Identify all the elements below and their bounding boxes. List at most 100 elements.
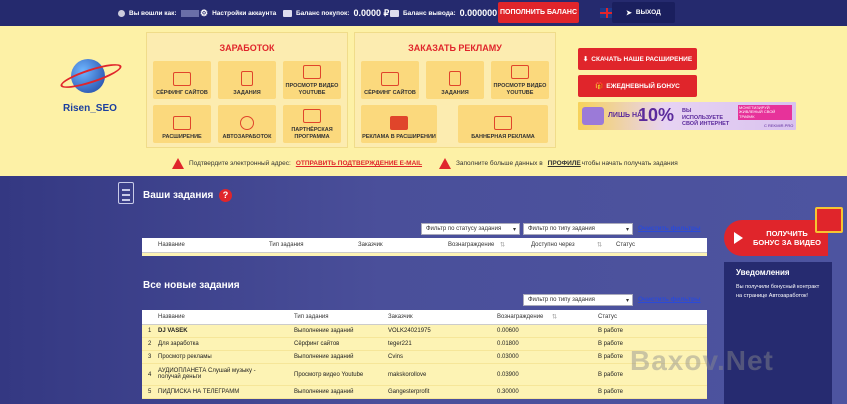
col-type[interactable]: Тип задания: [294, 314, 329, 320]
new-tasks-table-header: Название Тип задания Заказчик Вознагражд…: [142, 310, 707, 325]
profile-link[interactable]: ПРОФИЛЕ: [548, 160, 581, 167]
col-type[interactable]: Тип задания: [269, 242, 304, 248]
logout-button[interactable]: ➤ ВЫХОД: [612, 2, 675, 23]
notification-text[interactable]: Вы получили бонусный контракт на страниц…: [736, 283, 824, 301]
logout-icon: ➤: [626, 9, 632, 17]
table-row[interactable]: 4 АУДИОПЛАНЕТА Слушай музыку - получай д…: [142, 364, 707, 386]
new-tasks-title: Все новые задания: [143, 280, 240, 291]
extension-icon: [173, 115, 191, 130]
username-masked: [180, 9, 199, 17]
col-name[interactable]: Название: [158, 242, 185, 248]
help-icon[interactable]: ?: [219, 189, 232, 202]
ads-tile-extension[interactable]: РЕКЛАМА В РАСШИРЕНИИ: [361, 105, 437, 143]
col-available[interactable]: Доступно через: [531, 242, 575, 248]
new-type-filter-select[interactable]: Фильтр по типу задания ▾: [523, 294, 633, 306]
ads-tile-surfing[interactable]: СЁРФИНГ САЙТОВ: [361, 61, 419, 99]
email-warning: Подтвердите электронный адрес: ОТПРАВИТЬ…: [172, 158, 422, 169]
clipboard-icon: [241, 70, 253, 86]
col-client[interactable]: Заказчик: [388, 314, 413, 320]
wallet-icon: [283, 9, 292, 17]
chevron-down-icon: ▾: [625, 298, 629, 304]
browser-icon: [381, 71, 399, 86]
settings-label: Настройки аккаунта: [212, 9, 277, 17]
user-icon: [118, 9, 125, 17]
table-row[interactable]: 3 Просмотр рекламы Выполнение заданий Cv…: [142, 351, 707, 364]
clipboard-icon: [449, 70, 461, 86]
ads-tile-youtube[interactable]: ПРОСМОТР ВИДЕО YOUTUBE: [491, 61, 549, 99]
col-name[interactable]: Название: [158, 314, 185, 320]
gift-icon: 🎁: [595, 83, 604, 90]
download-icon: ⬇: [582, 56, 589, 63]
promo-text: ВЫ ИСПОЛЬЗУЕТЕ СВОЙ ИНТЕРНЕТ: [682, 108, 730, 128]
user-info: Вы вошли как:: [118, 0, 199, 26]
gift-box-icon: [815, 207, 843, 233]
type-filter-select[interactable]: Фильтр по типу задания ▾: [523, 223, 633, 235]
top-bar: Вы вошли как: ⚙ Настройки аккаунта Балан…: [0, 0, 847, 26]
logo[interactable]: Risen_SEO: [57, 55, 127, 121]
balance-buy-value: 0.0000 ₽: [353, 7, 390, 18]
video-bonus-button[interactable]: ПОЛУЧИТЬ БОНУС ЗА ВИДЕО: [724, 220, 828, 256]
table-row[interactable]: 2 Для заработка Сёрфинг сайтов teger221 …: [142, 338, 707, 351]
earn-panel: ЗАРАБОТОК СЁРФИНГ САЙТОВ ЗАДАНИЯ ПРОСМОТ…: [146, 32, 348, 148]
tasks-clipboard-icon: [118, 182, 134, 204]
gears-icon: [240, 115, 254, 130]
profile-warning: Заполните больше данных в ПРОФИЛЕ чтобы …: [439, 158, 678, 169]
notifications-panel: Уведомления Вы получили бонусный контрак…: [724, 262, 832, 404]
col-status[interactable]: Статус: [616, 242, 635, 248]
handshake-icon: [303, 109, 321, 124]
logout-label: ВЫХОД: [635, 9, 661, 16]
my-tasks-empty-row: [142, 253, 707, 256]
ads-tile-banner[interactable]: БАННЕРНАЯ РЕКЛАМА: [458, 105, 548, 143]
daily-bonus-button[interactable]: 🎁 ЕЖЕДНЕВНЫЙ БОНУС: [578, 75, 697, 97]
chevron-down-icon: ▾: [512, 227, 516, 233]
ads-title: ЗАКАЗАТЬ РЕКЛАМУ: [408, 43, 502, 53]
balance-buy-label: Баланс покупок:: [296, 9, 350, 17]
col-status[interactable]: Статус: [598, 314, 617, 320]
balance-out: Баланс вывода: 0.000000 ₽: [390, 0, 505, 26]
play-icon: [734, 232, 743, 244]
warning-icon: [439, 158, 451, 169]
ads-tile-tasks[interactable]: ЗАДАНИЯ: [426, 61, 484, 99]
promo-tag: МОНЕТИЗИРУЙ ЖИВЛЕНЫЙ СВОЙ ТРАФИК: [738, 105, 792, 121]
sort-icon[interactable]: ⇅: [597, 242, 602, 249]
gear-icon: ⚙: [200, 7, 209, 18]
topup-button[interactable]: ПОПОЛНИТЬ БАЛАНС: [498, 2, 579, 23]
earn-tile-partner[interactable]: ПАРТНЁРСКАЯ ПРОГРАММА: [283, 105, 341, 143]
extension-icon: [390, 115, 408, 130]
sort-icon[interactable]: ⇅: [552, 314, 557, 321]
earn-tile-extension[interactable]: РАСШИРЕНИЕ: [153, 105, 211, 143]
video-play-icon: [303, 65, 321, 80]
settings-link[interactable]: ⚙ Настройки аккаунта: [200, 0, 276, 26]
banner-icon: [494, 115, 512, 130]
earn-tile-youtube[interactable]: ПРОСМОТР ВИДЕО YOUTUBE: [283, 61, 341, 99]
sort-icon[interactable]: ⇅: [500, 242, 505, 249]
send-confirmation-link[interactable]: ОТПРАВИТЬ ПОДТВЕРЖДЕНИЕ E-MAIL: [296, 160, 422, 167]
coins-image: [582, 107, 604, 125]
promo-percent: 10%: [638, 105, 675, 125]
table-row[interactable]: 1 DJ VASEK Выполнение заданий VOLK240219…: [142, 325, 707, 338]
download-extension-button[interactable]: ⬇ СКАЧАТЬ НАШЕ РАСШИРЕНИЕ: [578, 48, 697, 70]
watermark: Baxov.Net: [630, 345, 774, 376]
earn-tile-surfing[interactable]: СЁРФИНГ САЙТОВ: [153, 61, 211, 99]
promo-lead: ЛИШЬ НА: [608, 112, 643, 119]
earn-tile-autoearn[interactable]: АВТОЗАРАБОТОК: [218, 105, 276, 143]
new-clear-filters-link[interactable]: Очистить фильтры: [638, 296, 701, 303]
status-filter-select[interactable]: Фильтр по статусу задания ▾: [421, 223, 520, 235]
wallet-out-icon: [390, 9, 399, 17]
my-tasks-table-header: Название Тип задания Заказчик Вознагражд…: [142, 238, 707, 253]
promo-brand: С REKMIR.PRO: [764, 123, 794, 128]
balance-out-label: Баланс вывода:: [403, 9, 456, 17]
col-reward[interactable]: Вознаграждение: [497, 314, 543, 320]
col-client[interactable]: Заказчик: [358, 242, 383, 248]
video-play-icon: [511, 65, 529, 80]
my-tasks-title: Ваши задания: [143, 190, 214, 201]
col-reward[interactable]: Вознаграждение: [448, 242, 494, 248]
earn-tile-tasks[interactable]: ЗАДАНИЯ: [218, 61, 276, 99]
chevron-down-icon: ▾: [625, 227, 629, 233]
clear-filters-link[interactable]: Очистить фильтры: [638, 225, 701, 232]
logged-in-label: Вы вошли как:: [129, 9, 177, 17]
warning-icon: [172, 158, 184, 169]
earn-title: ЗАРАБОТОК: [219, 43, 275, 53]
promo-banner[interactable]: ЛИШЬ НА 10% ВЫ ИСПОЛЬЗУЕТЕ СВОЙ ИНТЕРНЕТ…: [578, 102, 796, 130]
table-row[interactable]: 5 ПИДПИСКА НА ТЕЛЕГРАММ Выполнение задан…: [142, 386, 707, 399]
